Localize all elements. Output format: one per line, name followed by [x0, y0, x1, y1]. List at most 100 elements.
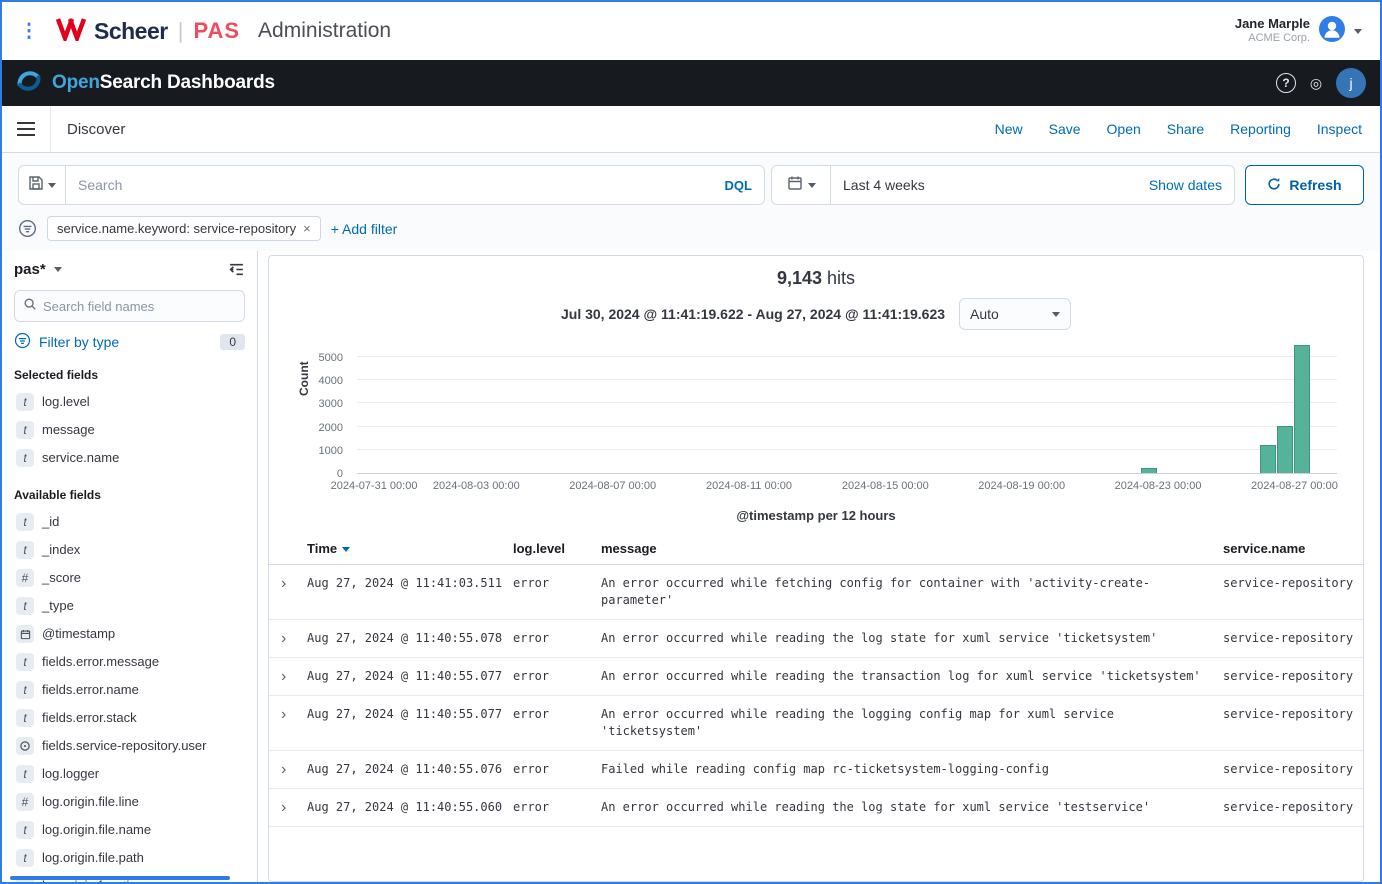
histogram-bar[interactable] — [1260, 445, 1276, 473]
time-range-control[interactable]: Last 4 weeks Show dates — [831, 165, 1235, 205]
gridline — [357, 402, 1337, 403]
remove-filter-icon[interactable]: × — [303, 221, 311, 236]
field-item[interactable]: t fields.error.name — [14, 676, 245, 704]
collapse-sidebar-icon[interactable] — [228, 261, 245, 278]
field-item[interactable]: tmessage — [14, 416, 245, 444]
search-bar: DQL — [66, 165, 765, 205]
field-item[interactable]: tlog.origin.file.path — [14, 844, 245, 872]
toolbar-action-reporting[interactable]: Reporting — [1230, 121, 1291, 137]
cell-message: An error occurred while fetching config … — [601, 565, 1223, 619]
filter-by-type-icon — [14, 332, 31, 352]
query-language-button[interactable]: DQL — [725, 178, 752, 193]
hamburger-menu-icon[interactable] — [2, 106, 51, 152]
string-type-icon: t — [16, 849, 34, 867]
field-name: fields.error.message — [42, 653, 159, 671]
field-name: _score — [42, 569, 81, 587]
histogram-bar[interactable] — [1294, 345, 1310, 473]
histogram-bar[interactable] — [1277, 426, 1293, 473]
app-menu-icon[interactable]: ⋮ — [16, 20, 42, 43]
user-org: ACME Corp. — [1235, 32, 1310, 46]
sort-desc-icon — [342, 547, 350, 552]
table-row: ›Aug 27, 2024 @ 11:40:55.060errorAn erro… — [269, 789, 1363, 827]
date-picker-chevron-icon — [808, 183, 816, 188]
saved-query-button[interactable] — [18, 165, 66, 205]
field-item[interactable]: fields.service-repository.user — [14, 732, 245, 760]
field-search-input[interactable] — [43, 299, 236, 314]
histogram-time-span: Jul 30, 2024 @ 11:41:19.622 - Aug 27, 20… — [561, 306, 945, 322]
expand-row-icon[interactable]: › — [277, 696, 307, 723]
cell-service-name: service-repository — [1223, 789, 1363, 826]
date-picker-button[interactable] — [771, 165, 831, 205]
field-item[interactable]: tlog.level — [14, 388, 245, 416]
toolbar-action-new[interactable]: New — [995, 121, 1023, 137]
index-pattern-chevron-icon[interactable] — [54, 267, 62, 272]
field-item[interactable]: tfields.error.stack — [14, 704, 245, 732]
number-type-icon: # — [16, 793, 34, 811]
field-item[interactable]: tlog.logger — [14, 760, 245, 788]
expand-row-icon[interactable]: › — [277, 565, 307, 592]
y-tick-label: 4000 — [319, 375, 343, 387]
field-name: _type — [42, 597, 74, 615]
cell-service-name: service-repository — [1223, 696, 1363, 733]
toolbar-action-inspect[interactable]: Inspect — [1317, 121, 1362, 137]
field-item[interactable]: tservice.name — [14, 444, 245, 472]
toolbar-action-open[interactable]: Open — [1107, 121, 1141, 137]
toolbar-action-save[interactable]: Save — [1049, 121, 1081, 137]
cell-service-name: service-repository — [1223, 658, 1363, 695]
gridline — [357, 426, 1337, 427]
search-input[interactable] — [78, 177, 725, 193]
column-header-service-name[interactable]: service.name — [1223, 533, 1363, 564]
string-type-icon: t — [16, 513, 34, 531]
filter-options-icon[interactable] — [18, 219, 37, 238]
refresh-button[interactable]: Refresh — [1245, 165, 1364, 205]
field-item[interactable]: #_score — [14, 564, 245, 592]
expand-row-icon[interactable]: › — [277, 658, 307, 685]
field-item[interactable]: tfields.error.message — [14, 648, 245, 676]
field-name: log.origin.file.line — [42, 793, 139, 811]
user-avatar-icon[interactable] — [1318, 15, 1346, 48]
selected-fields-heading: Selected fields — [14, 368, 245, 382]
field-item[interactable]: tlog.origin.file.name — [14, 816, 245, 844]
field-item[interactable]: t_type — [14, 592, 245, 620]
whats-new-icon[interactable]: ◎ — [1306, 73, 1326, 93]
column-header-message[interactable]: message — [601, 533, 1223, 564]
table-row: ›Aug 27, 2024 @ 11:40:55.077errorAn erro… — [269, 696, 1363, 751]
filter-pill[interactable]: service.name.keyword: service-repository… — [47, 216, 321, 241]
table-body: ›Aug 27, 2024 @ 11:41:03.511errorAn erro… — [269, 565, 1363, 827]
x-tick-label: 2024-08-23 00:00 — [1115, 480, 1202, 492]
histogram-bar[interactable] — [1141, 468, 1157, 473]
filter-by-type-toggle[interactable]: Filter by type 0 — [14, 332, 245, 352]
field-item[interactable]: t_index — [14, 536, 245, 564]
string-type-icon: t — [16, 681, 34, 699]
osd-user-avatar[interactable]: j — [1336, 68, 1366, 98]
cell-time: Aug 27, 2024 @ 11:40:55.077 — [307, 696, 513, 733]
x-axis-ticks: 2024-07-31 00:002024-08-03 00:002024-08-… — [357, 480, 1337, 496]
field-item[interactable]: @timestamp — [14, 620, 245, 648]
show-dates-link[interactable]: Show dates — [1149, 177, 1222, 193]
index-pattern-selector[interactable]: pas* — [14, 261, 46, 278]
calendar-icon — [787, 175, 803, 196]
interval-select[interactable]: Auto — [959, 298, 1071, 330]
field-item[interactable]: # log.origin.file.line — [14, 788, 245, 816]
string-type-icon: t — [16, 449, 34, 467]
toolbar-action-share[interactable]: Share — [1167, 121, 1204, 137]
y-tick-label: 5000 — [319, 352, 343, 364]
expand-row-icon[interactable]: › — [277, 751, 307, 778]
expand-row-icon[interactable]: › — [277, 789, 307, 816]
user-menu-chevron-icon[interactable] — [1354, 29, 1362, 34]
scheer-pas-logo: Scheer | PAS — [56, 17, 240, 46]
column-header-time[interactable]: Time — [307, 533, 513, 564]
column-header-log-level[interactable]: log.level — [513, 533, 601, 564]
x-tick-label: 2024-07-31 00:00 — [331, 480, 418, 492]
expand-row-icon[interactable]: › — [277, 620, 307, 647]
field-item[interactable]: t_id — [14, 508, 245, 536]
field-name: fields.error.name — [42, 681, 139, 699]
cell-time: Aug 27, 2024 @ 11:40:55.078 — [307, 620, 513, 657]
horizontal-scrollbar[interactable] — [10, 876, 230, 880]
field-name: message — [42, 421, 95, 439]
y-tick-label: 2000 — [319, 422, 343, 434]
add-filter-link[interactable]: + Add filter — [331, 221, 398, 237]
field-name: log.logger — [42, 765, 99, 783]
gridline — [357, 449, 1337, 450]
help-icon[interactable]: ? — [1276, 73, 1296, 93]
